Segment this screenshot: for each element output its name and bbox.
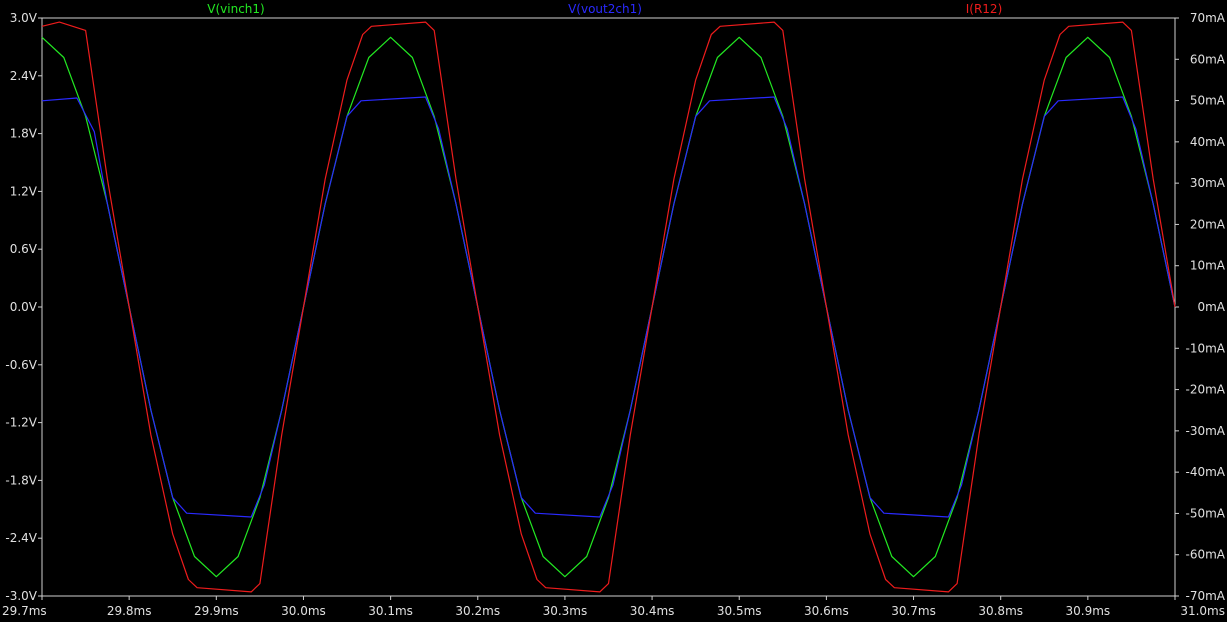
left-tick-label: 2.4V: [10, 69, 38, 83]
series-line-1: [41, 96, 1176, 518]
right-tick-label: -50mA: [1186, 506, 1226, 520]
right-tick-label: -10mA: [1186, 341, 1226, 355]
right-tick-label: -60mA: [1186, 548, 1226, 562]
right-tick-label: -30mA: [1186, 424, 1226, 438]
right-tick-label: -70mA: [1186, 589, 1226, 603]
x-tick-label: 29.7ms: [2, 604, 47, 618]
right-tick-label: 0mA: [1197, 300, 1225, 314]
axes: 29.7ms 29.8ms 29.9ms 30.0ms 30.1ms 30.2ms 30.3…: [2, 11, 1226, 618]
right-tick-label: 60mA: [1190, 52, 1226, 66]
x-tick-label: 30.1ms: [368, 604, 413, 618]
x-tick-label: 30.3ms: [543, 604, 588, 618]
right-tick-label: 20mA: [1190, 217, 1226, 231]
x-tick-label: 30.9ms: [1066, 604, 1111, 618]
left-tick-label: 1.8V: [10, 127, 38, 141]
x-tick-label: 30.2ms: [455, 604, 500, 618]
x-tick-label: 30.8ms: [978, 604, 1023, 618]
waveform-plot: V(vinch1) V(vout2ch1) I(R12) 29.7ms 29.8ms 2…: [2, 2, 1226, 618]
right-tick-label: 50mA: [1190, 94, 1226, 108]
x-tick-label: 30.5ms: [717, 604, 762, 618]
left-tick-label: -1.2V: [5, 416, 37, 430]
series-line-2: [41, 21, 1176, 593]
left-tick-label: -0.6V: [5, 358, 37, 372]
right-tick-label: 70mA: [1190, 11, 1226, 25]
left-tick-label: 3.0V: [10, 11, 38, 25]
legend: V(vinch1) V(vout2ch1) I(R12): [207, 2, 1002, 16]
right-tick-label: 30mA: [1190, 176, 1226, 190]
legend-entry[interactable]: V(vinch1): [207, 2, 264, 16]
right-tick-label: -20mA: [1186, 383, 1226, 397]
traces: [41, 21, 1176, 593]
legend-entry[interactable]: V(vout2ch1): [568, 2, 642, 16]
left-tick-label: 0.0V: [10, 300, 38, 314]
x-tick-label: 30.0ms: [281, 604, 326, 618]
left-tick-label: 0.6V: [10, 242, 38, 256]
left-tick-label: 1.2V: [10, 184, 38, 198]
x-tick-label: 29.9ms: [194, 604, 239, 618]
right-tick-label: 10mA: [1190, 259, 1226, 273]
left-tick-label: -1.8V: [5, 473, 37, 487]
legend-entry[interactable]: I(R12): [966, 2, 1003, 16]
x-tick-label: 30.7ms: [891, 604, 936, 618]
x-tick-label: 31.0ms: [1180, 604, 1225, 618]
left-tick-label: -3.0V: [5, 589, 37, 603]
x-tick-label: 30.6ms: [804, 604, 849, 618]
x-tick-label: 30.4ms: [630, 604, 675, 618]
right-tick-label: 40mA: [1190, 135, 1226, 149]
left-tick-label: -2.4V: [5, 531, 37, 545]
x-tick-label: 29.8ms: [107, 604, 152, 618]
right-tick-label: -40mA: [1186, 465, 1226, 479]
plot-frame: [41, 17, 1176, 597]
